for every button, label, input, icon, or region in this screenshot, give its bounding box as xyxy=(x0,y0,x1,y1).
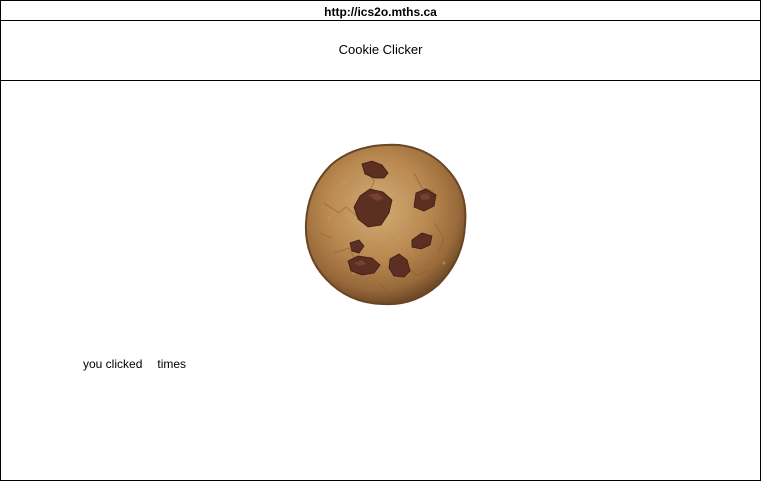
counter-suffix: times xyxy=(157,357,187,371)
page-header: Cookie Clicker xyxy=(1,21,760,81)
counter-prefix: you clicked xyxy=(83,357,143,371)
cookie-icon xyxy=(304,143,467,306)
app-window: http://ics2o.mths.ca Cookie Clicker you … xyxy=(0,0,761,481)
main-content: you clicked times xyxy=(1,81,760,480)
url-text: http://ics2o.mths.ca xyxy=(324,5,437,19)
url-bar[interactable]: http://ics2o.mths.ca xyxy=(1,1,760,21)
click-counter: you clicked times xyxy=(83,357,186,371)
cookie-button[interactable] xyxy=(304,143,467,306)
page-title: Cookie Clicker xyxy=(338,42,423,57)
